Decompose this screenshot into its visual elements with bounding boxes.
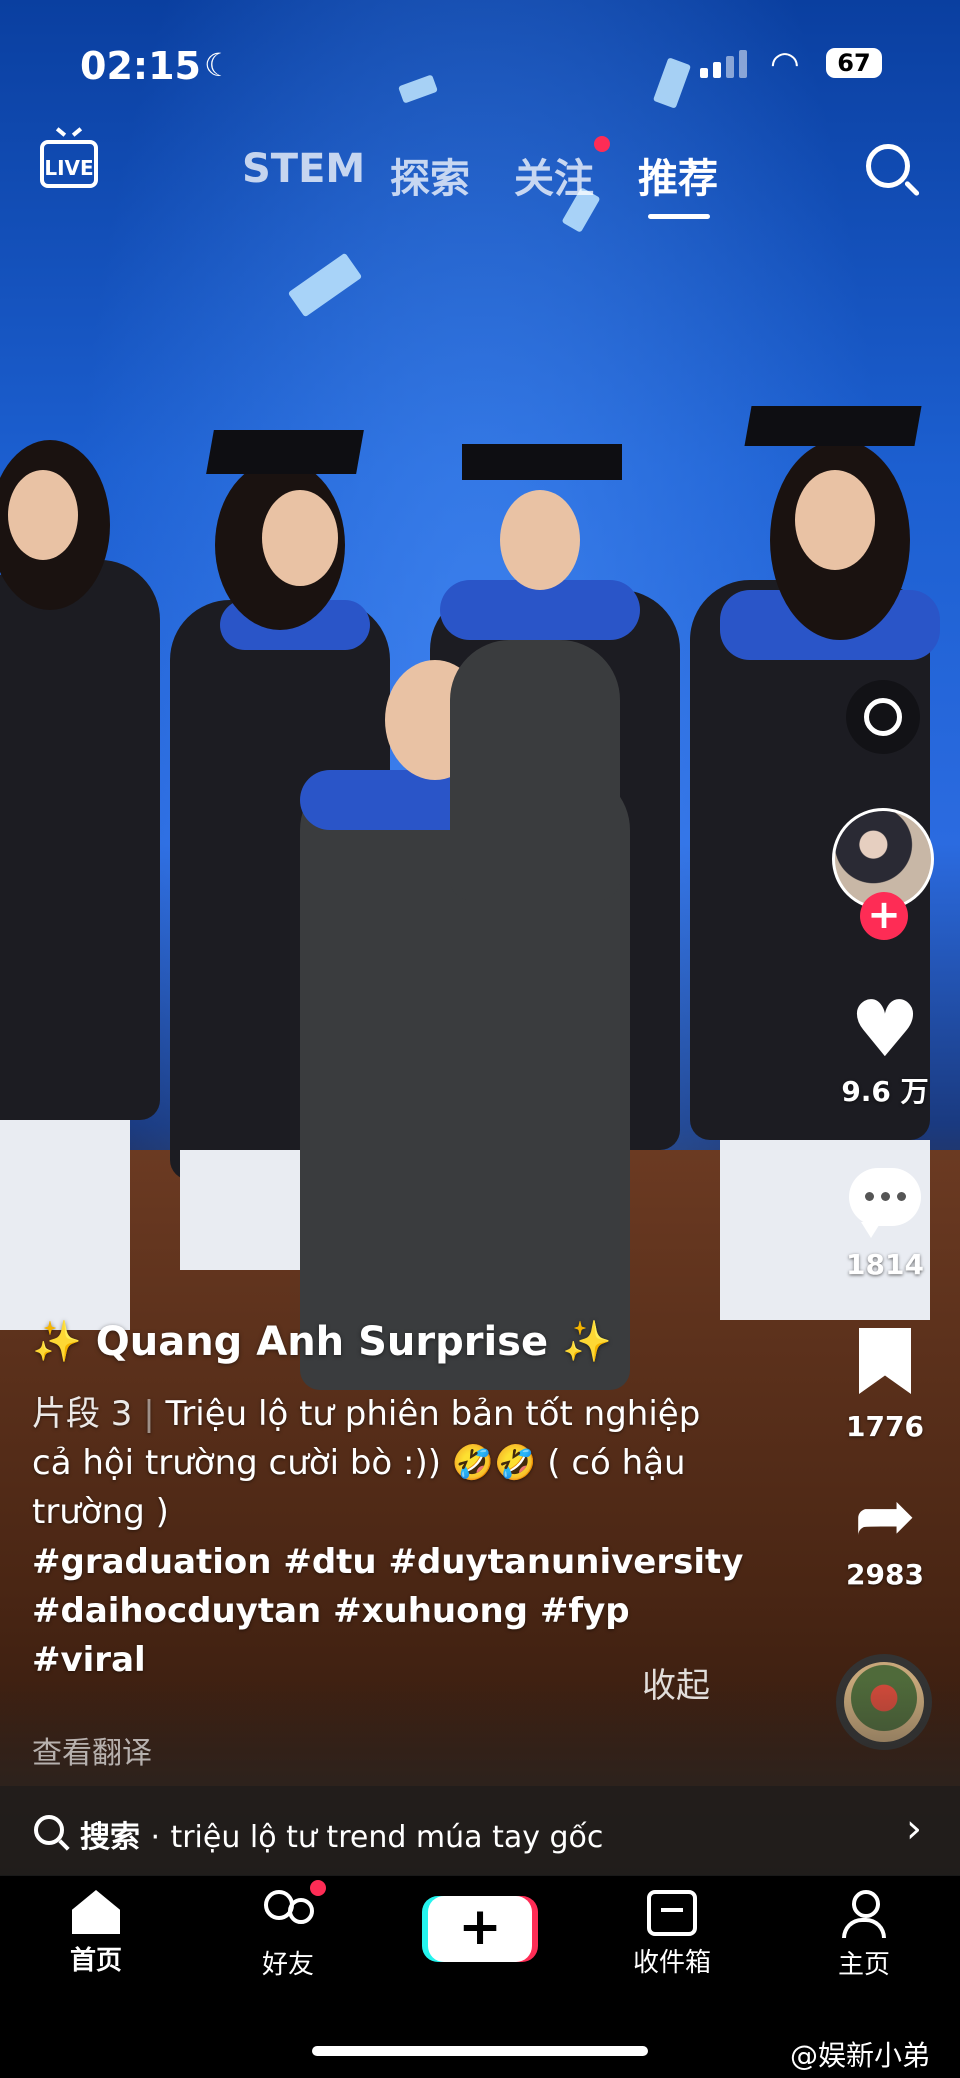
follow-button[interactable]: + — [860, 892, 908, 940]
share-icon: ➦ — [853, 1473, 916, 1559]
heart-icon: ♥ — [850, 985, 920, 1075]
search-icon — [34, 1815, 64, 1845]
nav-home-label: 首页 — [69, 1946, 122, 1976]
moon-icon: ☾ — [204, 46, 233, 84]
search-dot: · — [150, 1820, 160, 1855]
nav-home[interactable]: 首页 — [36, 1890, 156, 1977]
author-name[interactable]: ✨ Quang Anh Surprise ✨ — [32, 1318, 612, 1365]
search-query: triệu lộ tư trend múa tay gốc — [170, 1820, 604, 1855]
friends-icon — [258, 1890, 318, 1938]
see-translation-button[interactable]: 查看翻译 — [32, 1728, 152, 1772]
comment-icon — [849, 1168, 921, 1238]
status-time: 02:15 — [80, 44, 201, 88]
share-count: 2983 — [846, 1558, 924, 1591]
friends-notification-dot — [310, 1880, 326, 1896]
tab-explore[interactable]: 探索 — [390, 146, 470, 204]
status-bar: 02:15 ☾ ◠ 67 — [0, 40, 960, 90]
tab-stem[interactable]: STEM — [242, 146, 365, 192]
caption-text: Triệu lộ tư phiên bản tốt nghiệp cả hội … — [32, 1394, 701, 1532]
nav-friends-label: 好友 — [261, 1950, 314, 1980]
bookmark-icon — [859, 1328, 911, 1394]
tab-following[interactable]: 关注 — [514, 146, 594, 204]
video-caption: 片段 3 | Triệu lộ tư phiên bản tốt nghiệp … — [32, 1390, 732, 1537]
home-icon — [72, 1890, 120, 1934]
share-button[interactable]: ➦ 2983 — [830, 1478, 940, 1591]
like-count: 9.6 万 — [841, 1075, 929, 1108]
inbox-icon — [647, 1890, 697, 1936]
like-button[interactable]: ♥ 9.6 万 — [830, 990, 940, 1110]
tab-for-you[interactable]: 推荐 — [638, 146, 718, 204]
comment-count: 1814 — [846, 1248, 924, 1281]
collapse-caption-button[interactable]: 收起 — [642, 1658, 710, 1707]
search-prefix: 搜索 — [80, 1820, 140, 1855]
caption-separator: | — [143, 1394, 155, 1434]
search-icon[interactable] — [866, 144, 910, 188]
home-indicator[interactable] — [312, 2046, 648, 2056]
save-button[interactable]: 1776 — [830, 1328, 940, 1443]
comment-button[interactable]: 1814 — [830, 1168, 940, 1281]
caption-segment: 片段 3 — [32, 1394, 133, 1434]
ai-assistant-icon[interactable] — [846, 680, 920, 754]
chevron-right-icon[interactable]: › — [906, 1806, 922, 1852]
nav-inbox[interactable]: 收件箱 — [612, 1890, 732, 1979]
signal-icon — [700, 50, 747, 78]
create-button[interactable]: + — [428, 1896, 532, 1962]
battery-indicator: 67 — [826, 48, 882, 78]
top-tabs: STEM 探索 关注 推荐 — [0, 146, 960, 206]
nav-profile[interactable]: 主页 — [804, 1890, 924, 1981]
nav-friends[interactable]: 好友 — [228, 1890, 348, 1981]
active-tab-indicator — [648, 214, 710, 219]
following-notification-dot — [594, 136, 610, 152]
nav-inbox-label: 收件箱 — [632, 1948, 711, 1978]
nav-profile-label: 主页 — [837, 1950, 890, 1980]
search-suggestion-text[interactable]: 搜索 · triệu lộ tư trend múa tay gốc — [80, 1812, 603, 1856]
profile-icon — [840, 1890, 888, 1938]
watermark: @娱新小弟 — [790, 2039, 931, 2072]
save-count: 1776 — [846, 1410, 924, 1443]
wifi-icon: ◠ — [770, 44, 800, 84]
